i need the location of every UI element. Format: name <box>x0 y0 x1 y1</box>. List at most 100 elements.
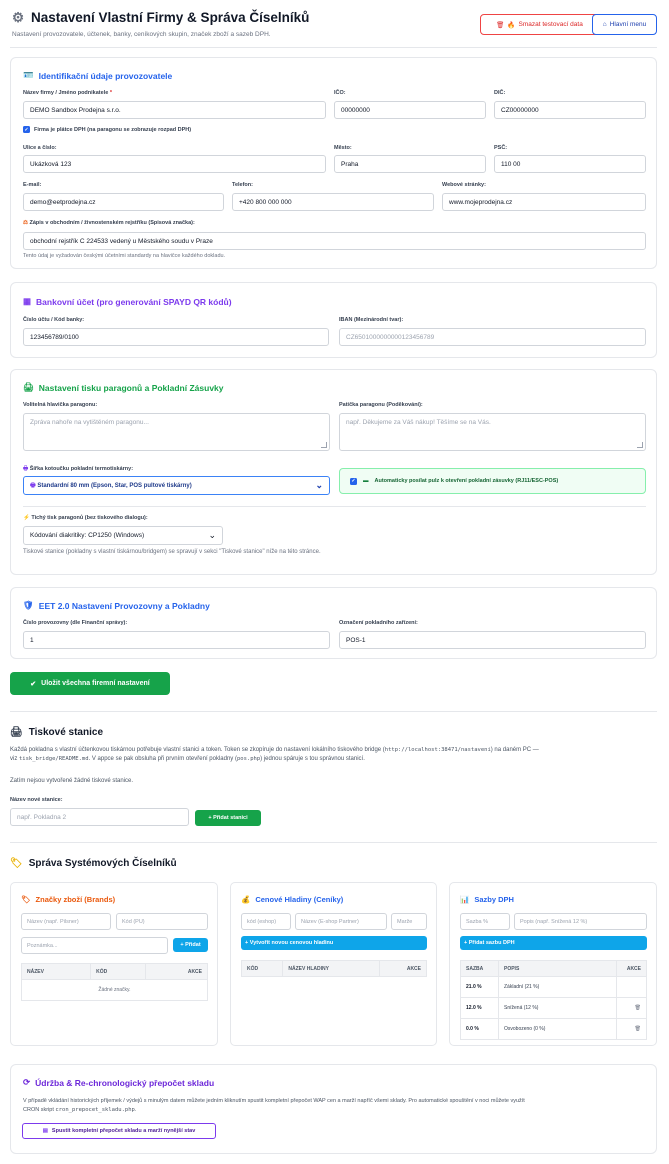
money-icon: ▬ <box>363 478 369 484</box>
email-label: E-mail: <box>23 182 42 188</box>
brands-table: NÁZEV KÓD AKCE Žádné značky. <box>20 963 209 1001</box>
table-row: 21.0 % Základní (21 %) <box>460 976 647 998</box>
tag-icon: 🏷 <box>21 895 31 904</box>
fire-icon: 🔥 <box>507 21 516 29</box>
stations-description: Každá pokladna s vlastní účtenkovou tisk… <box>10 747 539 762</box>
maintenance-description: V případě vkládání historických příjemek… <box>23 1098 525 1113</box>
vat-payer-checkbox[interactable]: ✓ Firma je plátce DPH (na paragonu se zob… <box>23 126 191 133</box>
brands-title: 🏷 Značky zboží (Brands) <box>21 895 116 904</box>
print-card: 🖨 Nastavení tisku paragonů a Pokladní Zás… <box>10 369 657 575</box>
checkmark-icon: ✓ <box>350 477 357 485</box>
delete-icon[interactable]: 🗑 <box>616 997 647 1019</box>
check-circle-icon: ✔ <box>30 680 37 688</box>
printer-icon: 🖶 <box>30 482 36 489</box>
zip-input[interactable]: 110 00 <box>494 155 646 173</box>
cash-drawer-option[interactable]: ✓ ▬ Automaticky posílat pulz k otevření … <box>339 468 646 494</box>
paper-width-select[interactable]: 🖶 Standardní 80 mm (Epson, Star, POS pul… <box>23 476 330 495</box>
divider <box>10 47 657 48</box>
maintenance-title: ⟳ Údržba & Re-chronologický přepočet skla… <box>23 1077 215 1088</box>
delete-icon[interactable]: 🗑 <box>616 1018 647 1040</box>
checkmark-icon: ✓ <box>23 126 30 133</box>
device-input[interactable]: POS-1 <box>339 631 646 649</box>
pricelist-margin-input[interactable]: Marže <box>391 913 427 930</box>
city-input[interactable]: Praha <box>334 155 486 173</box>
sync-icon: ⟳ <box>23 1077 31 1087</box>
ico-input[interactable]: 00000000 <box>334 101 486 119</box>
company-card: 🪪 Identifikační údaje provozovatele Název… <box>10 57 657 269</box>
vat-card: 📊 Sazby DPH Sazba % Popis (např. Snížená … <box>449 882 657 1046</box>
company-card-title: 🪪 Identifikační údaje provozovatele <box>23 70 173 81</box>
add-brand-button[interactable]: + Přidat <box>173 938 208 952</box>
store-number-label: Číslo provozovny (dle Finanční správy): <box>23 620 128 626</box>
column-header: POPIS <box>498 960 617 977</box>
vat-description-cell: Osvobozeno (0 %) <box>498 1018 617 1040</box>
chevron-down-icon: ⌄ <box>208 530 216 540</box>
receipt-footer-label: Patička paragonu (Poděkování): <box>339 402 423 408</box>
street-input[interactable]: Ukázková 123 <box>23 155 326 173</box>
divider <box>23 506 646 507</box>
email-input[interactable]: demo@eetprodejna.cz <box>23 193 224 211</box>
column-header: KÓD <box>90 963 146 980</box>
receipt-header-label: Volitelná hlavička paragonu: <box>23 402 98 408</box>
divider <box>10 842 657 843</box>
device-label: Označení pokladního zařízení: <box>339 620 418 626</box>
stations-hint: Tiskové stanice (pokladny s vlastní tisk… <box>23 549 321 555</box>
bank-card-title: ▦ Bankovní účet (pro generování SPAYD QR … <box>23 296 232 307</box>
vat-title: 📊 Sazby DPH <box>460 895 514 904</box>
street-label: Ulice a číslo: <box>23 145 57 151</box>
qr-code-icon: ▦ <box>23 296 32 306</box>
company-name-input[interactable]: DEMO Sandbox Prodejna s.r.o. <box>23 101 326 119</box>
registry-label: ⚖ Zápis v obchodním / živnostenském rejs… <box>23 220 195 226</box>
brand-code-input[interactable]: Kód (PU) <box>116 913 208 930</box>
brand-name-input[interactable]: Název (např. Pilsner) <box>21 913 111 930</box>
add-pricelist-button[interactable]: + Vytvořit novou cenovou hladinu <box>241 936 427 950</box>
column-header: KÓD <box>240 960 284 977</box>
column-header: AKCE <box>378 960 428 977</box>
brands-card: 🏷 Značky zboží (Brands) Název (např. Pils… <box>10 882 218 1046</box>
table-row: 12.0 % Snížená (12 %) 🗑 <box>460 997 647 1019</box>
money-bag-icon: 💰 <box>241 895 251 904</box>
column-header: AKCE <box>144 963 209 980</box>
brand-note-input[interactable]: Poznámka... <box>21 937 168 954</box>
eet-card: 🛡 EET 2.0 Nastavení Provozovny a Pokladny… <box>10 587 657 659</box>
dic-input[interactable]: CZ00000000 <box>494 101 646 119</box>
catalogs-title: 🏷 Správa Systémových Číselníků <box>10 858 177 869</box>
phone-label: Telefon: <box>232 182 253 188</box>
vat-description-cell: Snížená (12 %) <box>498 997 617 1019</box>
encoding-select[interactable]: Kódování diakritiky: CP1250 (Windows) ⌄ <box>23 526 223 545</box>
pricelist-code-input[interactable]: kód (eshop) <box>241 913 291 930</box>
dic-label: DIČ: <box>494 90 506 96</box>
add-vat-button[interactable]: + Přidat sazbu DPH <box>460 936 647 950</box>
vat-rate-input[interactable]: Sazba % <box>460 913 510 930</box>
divider <box>10 711 657 712</box>
bank-card: ▦ Bankovní účet (pro generování SPAYD QR … <box>10 282 657 358</box>
ico-label: IČO: <box>334 90 346 96</box>
column-header: NÁZEV <box>20 963 92 980</box>
phone-input[interactable]: +420 800 000 000 <box>232 193 434 211</box>
pricelists-table: KÓD NÁZEV HLADINY AKCE <box>240 960 428 977</box>
vat-rate-cell: 21.0 % <box>460 976 499 998</box>
reset-test-data-button[interactable]: 🗑 🔥 Smazat testovací data <box>480 14 599 35</box>
pricelist-name-input[interactable]: Název (E-shop Partner) <box>295 913 387 930</box>
registry-input[interactable]: obchodní rejstřík C 224533 vedený u Měst… <box>23 232 646 250</box>
store-number-input[interactable]: 1 <box>23 631 330 649</box>
vat-description-input[interactable]: Popis (např. Snížená 12 %) <box>514 913 647 930</box>
account-input[interactable]: 123456789/0100 <box>23 328 329 346</box>
new-station-input[interactable]: např. Pokladna 2 <box>10 808 189 826</box>
iban-input[interactable]: CZ6501000000000123456789 <box>339 328 646 346</box>
add-station-button[interactable]: + Přidat stanici <box>195 810 261 826</box>
column-header: SAZBA <box>460 960 499 977</box>
stations-title: 🖨 Tiskové stanice <box>10 727 104 738</box>
receipt-header-textarea[interactable]: Zpráva nahoře na vytištěném paragonu... <box>23 413 330 451</box>
pricelists-card: 💰 Cenové Hladiny (Ceníky) kód (eshop) Náz… <box>230 882 437 1046</box>
save-settings-button[interactable]: ✔ Uložit všechna firemní nastavení <box>10 672 170 695</box>
vat-table: SAZBA POPIS AKCE 21.0 % Základní (21 %) … <box>460 960 647 1040</box>
trash-icon: 🗑 <box>496 21 505 29</box>
recalculate-stock-button[interactable]: ▤ Spustit kompletní přepočet skladu a ma… <box>22 1123 216 1139</box>
chevron-down-icon: ⌄ <box>315 480 323 490</box>
actions-cell <box>616 976 647 998</box>
receipt-footer-textarea[interactable]: např. Děkujeme za Váš nákup! Těšíme se n… <box>339 413 646 451</box>
web-input[interactable]: www.mojeprodejna.cz <box>442 193 646 211</box>
printer-icon: 🖶 <box>23 466 29 472</box>
main-menu-button[interactable]: ⌂ Hlavní menu <box>592 14 657 35</box>
